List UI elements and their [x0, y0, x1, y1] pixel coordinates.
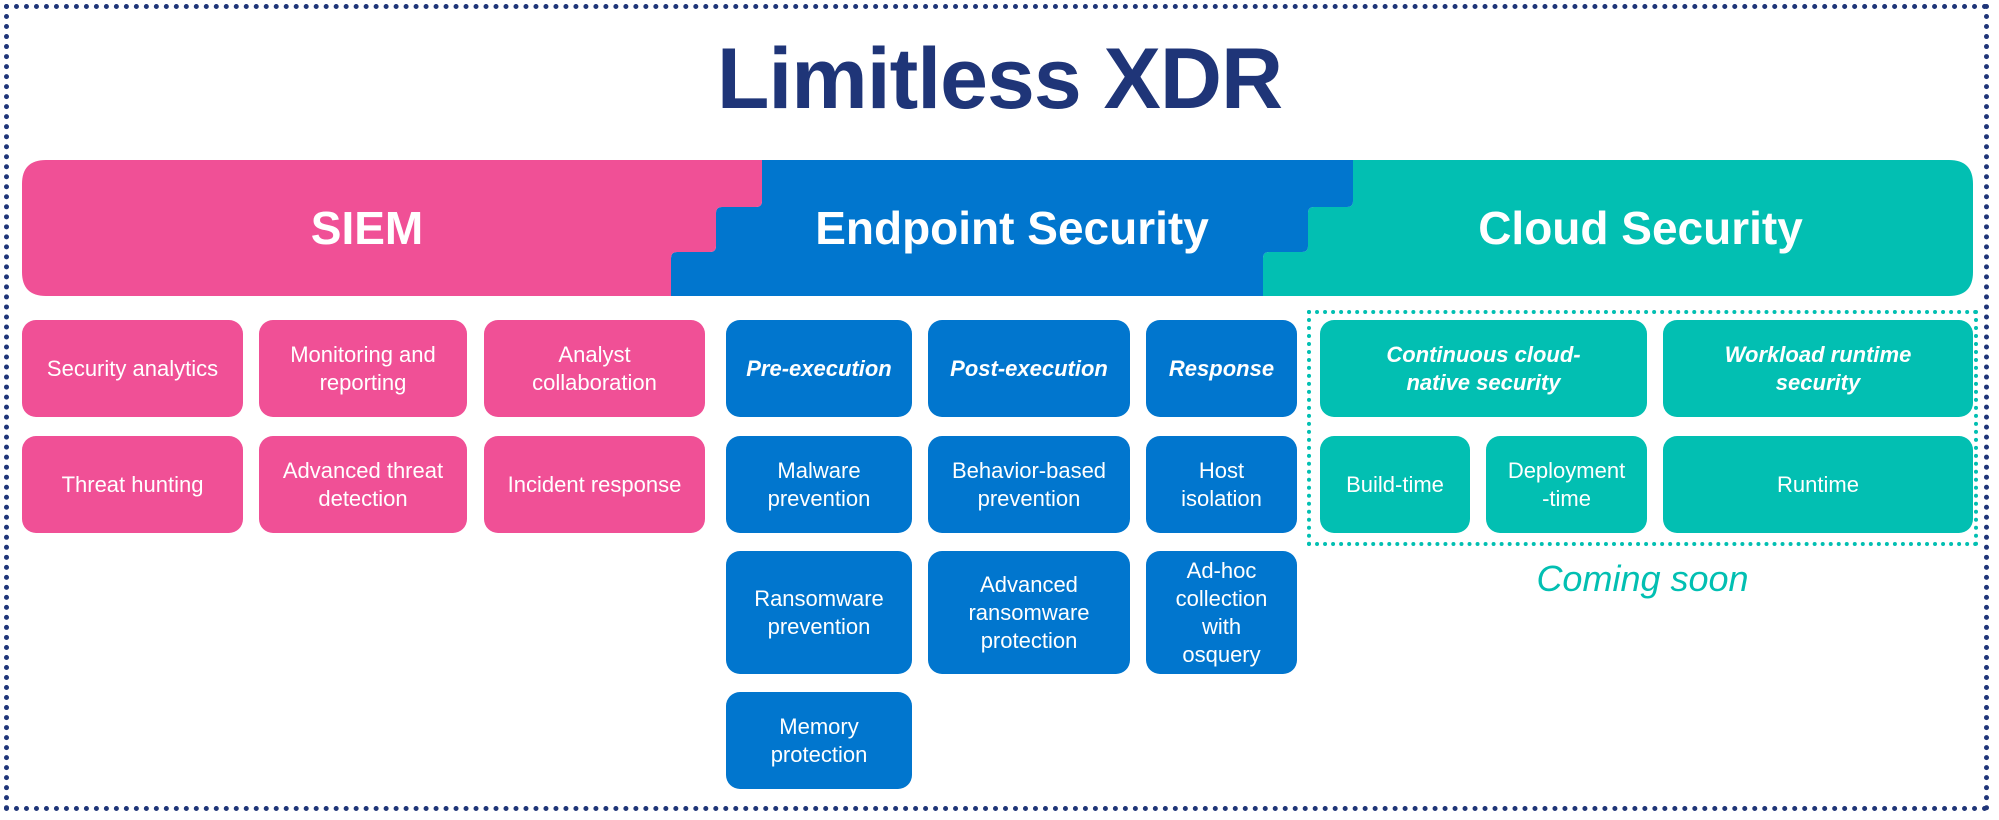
siem-item-analyst-collaboration: Analyst collaboration [484, 320, 705, 417]
endpoint-heading-pre-execution: Pre-execution [726, 320, 912, 417]
cloud-item-runtime: Runtime [1663, 436, 1973, 533]
cloud-heading-workload-runtime: Workload runtime security [1663, 320, 1973, 417]
endpoint-banner-label: Endpoint Security [815, 202, 1209, 254]
siem-item-threat-hunting: Threat hunting [22, 436, 243, 533]
endpoint-item-advanced-ransomware-protection: Advanced ransomware protection [928, 551, 1130, 674]
endpoint-item-memory-protection: Memory protection [726, 692, 912, 789]
coming-soon-label: Coming soon [1536, 558, 1749, 599]
siem-item-security-analytics: Security analytics [22, 320, 243, 417]
siem-banner-label: SIEM [310, 202, 424, 254]
endpoint-item-adhoc-collection-osquery: Ad-hoc collection with osquery [1146, 551, 1297, 674]
endpoint-item-host-isolation: Host isolation [1146, 436, 1297, 533]
endpoint-item-malware-prevention: Malware prevention [726, 436, 912, 533]
siem-item-incident-response: Incident response [484, 436, 705, 533]
siem-item-monitoring-reporting: Monitoring and reporting [259, 320, 467, 417]
cloud-banner-label: Cloud Security [1478, 202, 1803, 254]
siem-item-advanced-threat-detection: Advanced threat detection [259, 436, 467, 533]
endpoint-heading-response: Response [1146, 320, 1297, 417]
endpoint-item-behavior-based-prevention: Behavior-based prevention [928, 436, 1130, 533]
cloud-item-deployment-time: Deployment -time [1486, 436, 1647, 533]
cloud-item-build-time: Build-time [1320, 436, 1470, 533]
endpoint-item-ransomware-prevention: Ransomware prevention [726, 551, 912, 674]
cloud-heading-continuous-cloud-native: Continuous cloud-native security [1320, 320, 1647, 417]
endpoint-heading-post-execution: Post-execution [928, 320, 1130, 417]
